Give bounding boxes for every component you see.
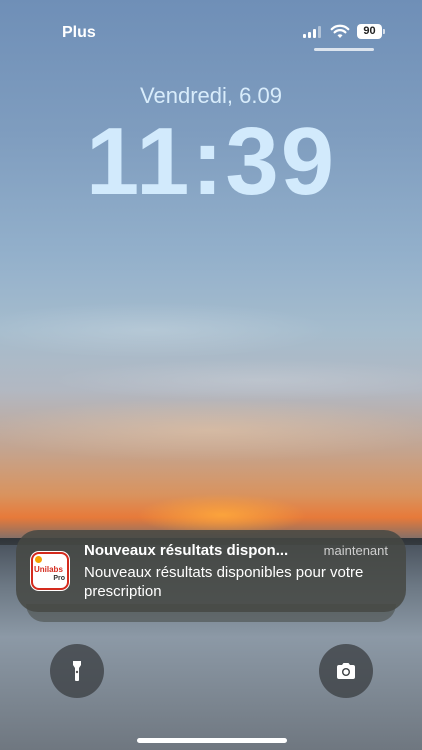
notification-title: Nouveaux résultats dispon... (84, 542, 289, 559)
wallpaper-sky (0, 0, 422, 540)
status-bar: Plus 90 (0, 20, 422, 44)
flashlight-icon (73, 661, 81, 681)
flashlight-button[interactable] (50, 644, 104, 698)
lock-clock: 11:39 (85, 108, 337, 215)
home-indicator[interactable] (137, 738, 287, 743)
control-center-indicator[interactable] (314, 48, 374, 51)
battery-icon: 90 (357, 24, 382, 39)
sun-logo-icon (35, 556, 42, 563)
app-icon-brand: Unilabs (34, 565, 63, 574)
camera-button[interactable] (319, 644, 373, 698)
notification-card[interactable]: Unilabs Pro Nouveaux résultats dispon...… (16, 530, 406, 612)
camera-icon (337, 663, 355, 679)
notification-body: Nouveaux résultats disponibles pour votr… (84, 564, 364, 600)
battery-tip (383, 29, 385, 34)
carrier-label: Plus (62, 24, 96, 41)
cellular-signal-icon (303, 26, 321, 38)
notification-timestamp: maintenant (323, 543, 388, 558)
unilabs-pro-app-icon: Unilabs Pro (30, 551, 70, 591)
app-icon-subtext: Pro (53, 575, 65, 582)
wifi-icon (330, 24, 350, 38)
lock-date: Vendredi, 6.09 (140, 83, 282, 108)
